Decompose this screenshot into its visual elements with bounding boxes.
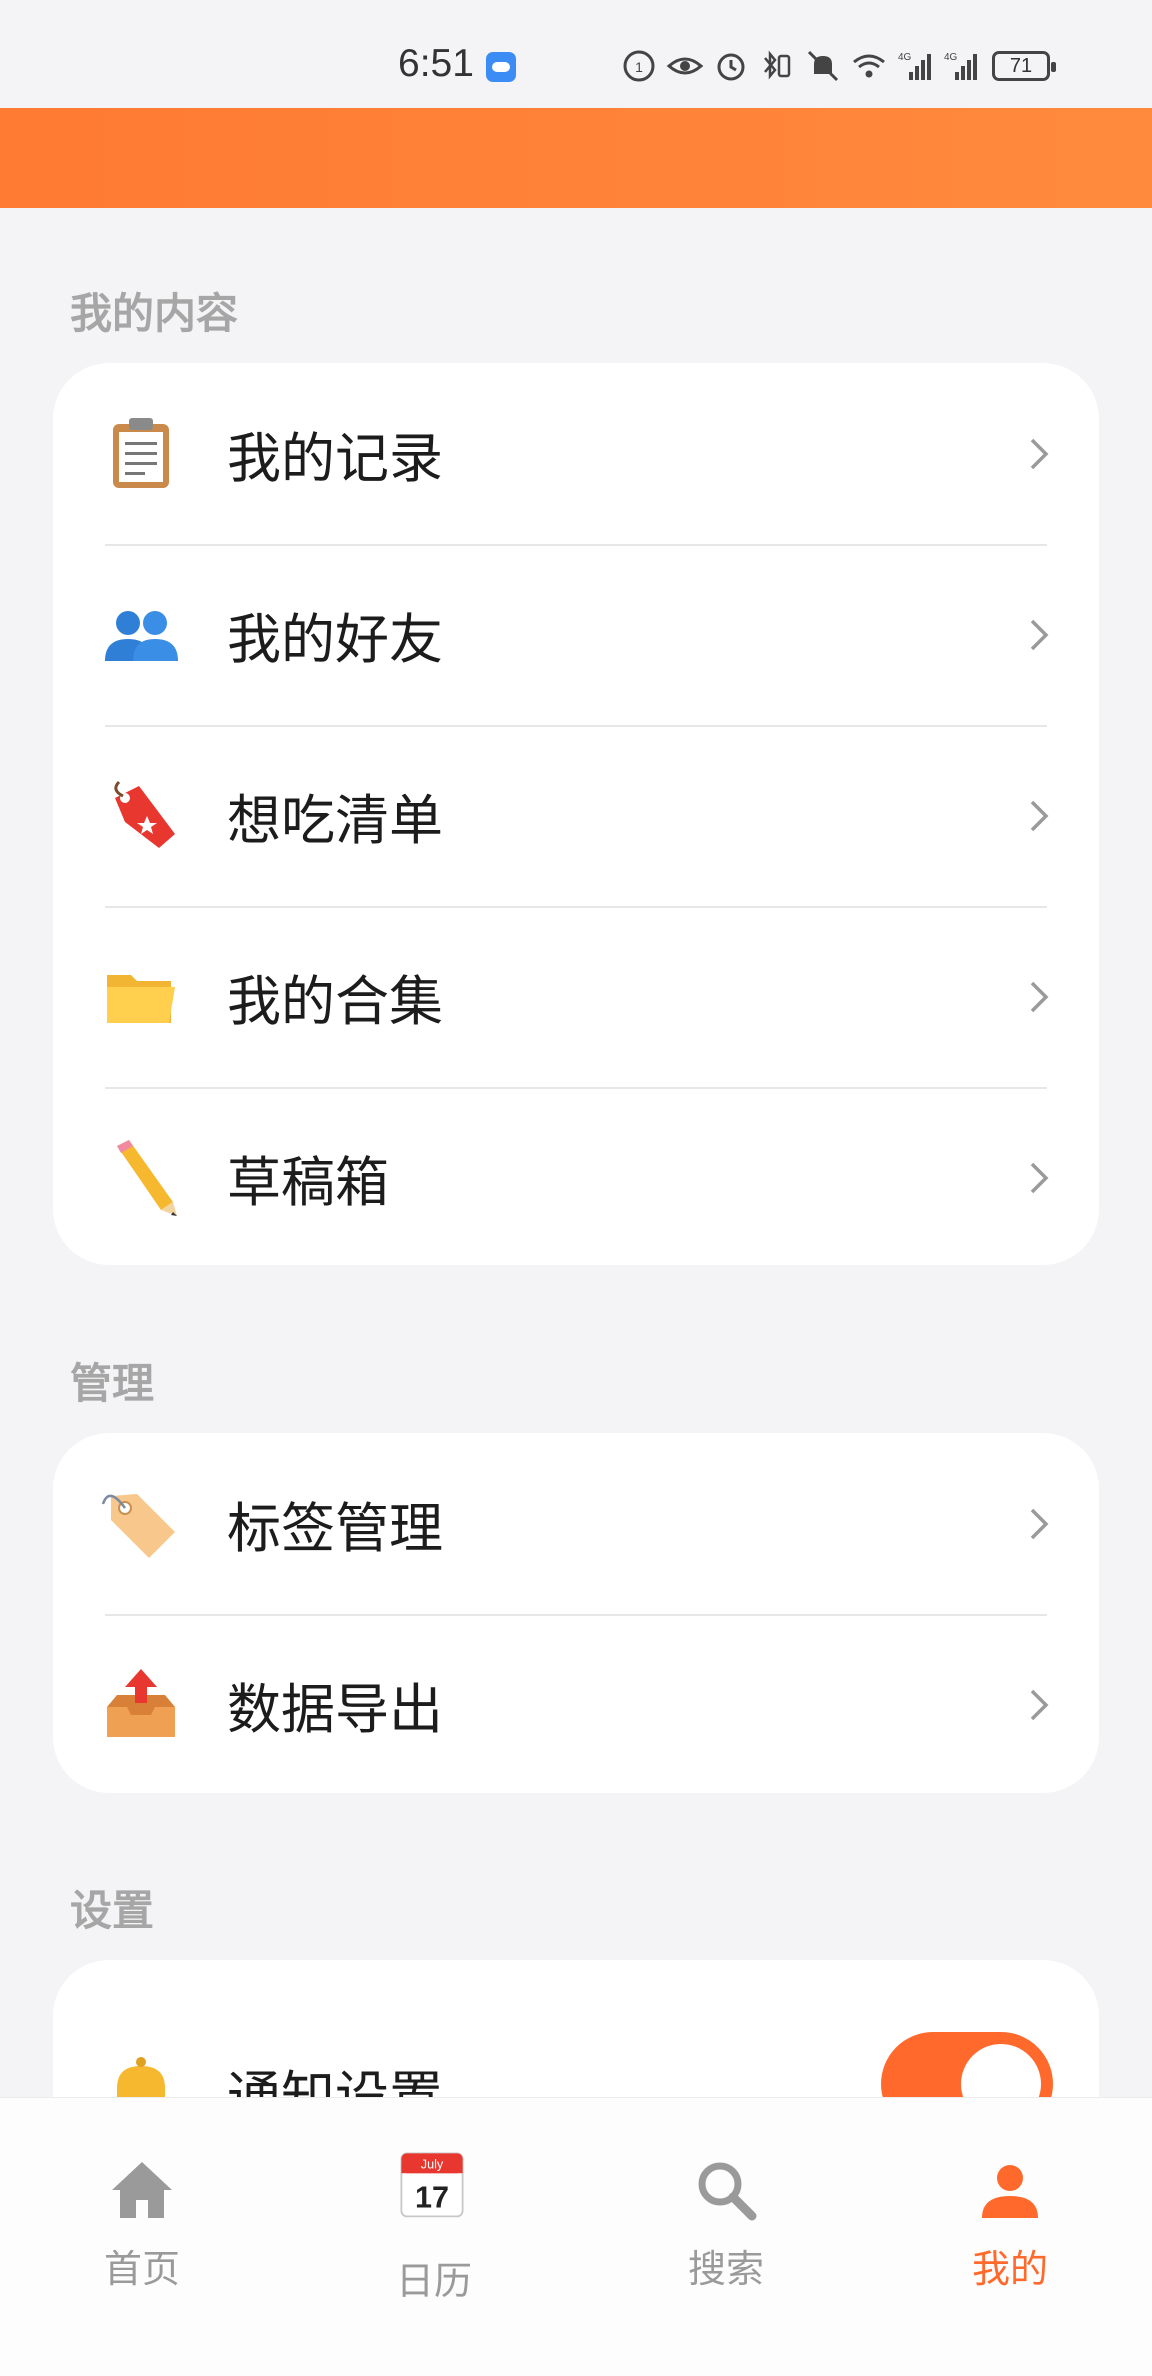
profile-header bbox=[0, 108, 1152, 208]
calendar-icon: July 17 bbox=[396, 2148, 472, 2228]
nav-label: 我的 bbox=[971, 2247, 1048, 2291]
row-wishlist[interactable]: 想吃清单 bbox=[53, 725, 1099, 906]
row-label: 我的合集 bbox=[227, 970, 443, 1033]
nav-profile[interactable]: 我的 bbox=[910, 2098, 1110, 2298]
bottom-nav: 首页 July 17 日历 搜索 我的 bbox=[0, 2097, 1152, 2376]
status-time: 6:51 bbox=[398, 42, 474, 85]
nav-label: 日历 bbox=[395, 2259, 472, 2303]
signal-4g-icon: 4G bbox=[942, 48, 980, 84]
row-drafts[interactable]: 草稿箱 bbox=[53, 1087, 1099, 1268]
folder-icon bbox=[101, 957, 181, 1037]
eye-icon bbox=[666, 48, 704, 84]
row-label: 我的记录 bbox=[227, 427, 443, 490]
chevron-right-icon bbox=[1027, 1504, 1051, 1544]
mute-icon bbox=[804, 48, 842, 84]
pencil-icon bbox=[101, 1138, 181, 1218]
data-saver-icon: 1 bbox=[620, 48, 658, 84]
bookmark-tag-icon bbox=[101, 776, 181, 856]
search-icon bbox=[690, 2154, 762, 2226]
manage-card: 标签管理 数据导出 bbox=[53, 1433, 1099, 1793]
section-title-manage: 管理 bbox=[70, 1359, 155, 1408]
row-label: 想吃清单 bbox=[227, 789, 443, 852]
svg-text:4G: 4G bbox=[944, 52, 958, 63]
cloud-icon bbox=[486, 52, 516, 82]
row-tag-management[interactable]: 标签管理 bbox=[53, 1433, 1099, 1614]
row-my-friends[interactable]: 我的好友 bbox=[53, 544, 1099, 725]
row-data-export[interactable]: 数据导出 bbox=[53, 1614, 1099, 1795]
home-icon bbox=[106, 2154, 178, 2226]
row-label: 草稿箱 bbox=[227, 1151, 389, 1214]
svg-text:4G: 4G bbox=[898, 52, 912, 63]
wifi-icon bbox=[850, 48, 888, 84]
status-bar: 6:51 1 4G 4G 71 bbox=[0, 0, 1152, 108]
export-tray-icon bbox=[101, 1665, 181, 1745]
signal-4g-icon: 4G bbox=[896, 48, 934, 84]
row-label: 我的好友 bbox=[227, 608, 443, 671]
row-my-records[interactable]: 我的记录 bbox=[53, 363, 1099, 544]
nav-label: 首页 bbox=[103, 2247, 180, 2291]
battery-icon: 71 bbox=[992, 51, 1056, 81]
nav-home[interactable]: 首页 bbox=[42, 2098, 242, 2298]
bluetooth-battery-icon bbox=[758, 48, 796, 84]
section-title-settings: 设置 bbox=[70, 1886, 155, 1935]
svg-text:1: 1 bbox=[635, 59, 643, 75]
clipboard-icon bbox=[101, 414, 181, 494]
profile-icon bbox=[974, 2154, 1046, 2226]
status-icons: 1 4G 4G 71 bbox=[620, 46, 1056, 86]
calendar-day: 17 bbox=[415, 2180, 449, 2214]
row-label: 数据导出 bbox=[227, 1678, 443, 1741]
row-my-collections[interactable]: 我的合集 bbox=[53, 906, 1099, 1087]
chevron-right-icon bbox=[1027, 796, 1051, 836]
chevron-right-icon bbox=[1027, 434, 1051, 474]
nav-search[interactable]: 搜索 bbox=[626, 2098, 826, 2298]
nav-calendar[interactable]: July 17 日历 bbox=[334, 2098, 534, 2303]
nav-label: 搜索 bbox=[687, 2247, 764, 2291]
row-label: 标签管理 bbox=[227, 1497, 443, 1560]
content-card: 我的记录 我的好友 想吃清单 我的合集 草稿箱 bbox=[53, 363, 1099, 1265]
chevron-right-icon bbox=[1027, 1685, 1051, 1725]
alarm-icon bbox=[712, 48, 750, 84]
friends-icon bbox=[101, 595, 181, 675]
chevron-right-icon bbox=[1027, 615, 1051, 655]
calendar-month: July bbox=[421, 2158, 444, 2172]
chevron-right-icon bbox=[1027, 977, 1051, 1017]
chevron-right-icon bbox=[1027, 1158, 1051, 1198]
section-title-content: 我的内容 bbox=[70, 289, 239, 338]
tag-icon bbox=[101, 1484, 181, 1564]
